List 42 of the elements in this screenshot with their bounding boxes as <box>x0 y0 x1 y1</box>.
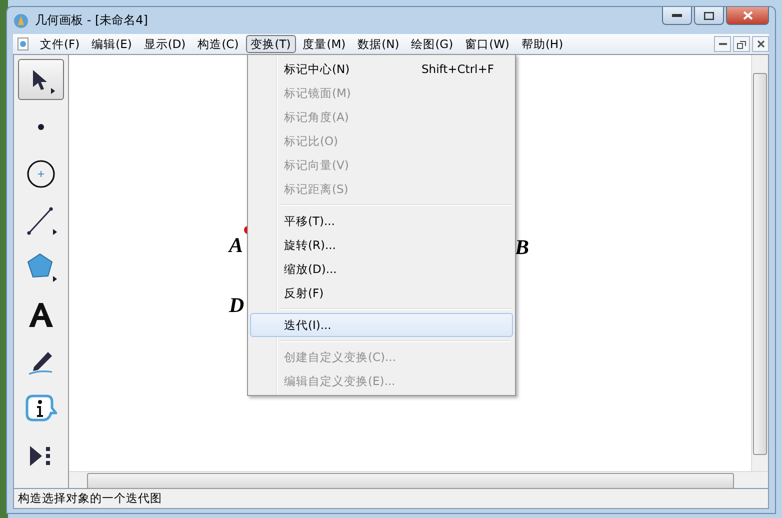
menu-item[interactable]: 标记中心(N) Shift+Ctrl+F <box>250 57 513 81</box>
status-text: 构造选择对象的一个迭代图 <box>18 491 162 506</box>
text-tool-icon <box>27 302 55 328</box>
window-title: 几何画板 - [未命名4] <box>35 12 148 29</box>
menu-item[interactable]: 构造(C) <box>192 35 244 53</box>
menu-item[interactable]: 度量(M) <box>298 35 351 53</box>
menu-item[interactable]: 反射(F) <box>250 281 513 305</box>
close-button[interactable] <box>752 36 769 52</box>
menu-item[interactable]: 缩放(D)... <box>250 257 513 281</box>
menu-item[interactable]: 数据(N) <box>352 35 404 53</box>
info-bubble-icon <box>25 394 57 424</box>
point-label: D <box>229 293 244 318</box>
document-icon[interactable] <box>17 37 29 51</box>
menu-item[interactable]: 绘图(G) <box>406 35 458 53</box>
menu-item[interactable]: 变换(T) <box>246 35 296 53</box>
arrow-tool-button[interactable] <box>18 59 64 100</box>
menu-item[interactable]: 旋转(R)... <box>250 233 513 257</box>
horizontal-scrollbar[interactable] <box>69 471 768 488</box>
minimize-button[interactable] <box>714 36 731 52</box>
maximize-icon <box>704 12 714 20</box>
minimize-icon <box>672 14 682 18</box>
close-icon <box>756 40 764 48</box>
menu-item[interactable]: 显示(D) <box>138 35 191 53</box>
point-icon <box>37 122 45 130</box>
menu-item[interactable]: 帮助(H) <box>516 35 568 53</box>
minimize-button[interactable] <box>662 7 692 25</box>
restore-icon <box>737 40 746 48</box>
app-logo-icon <box>13 12 29 28</box>
close-button[interactable] <box>726 7 769 25</box>
close-icon <box>742 11 752 20</box>
minimize-icon <box>718 43 726 45</box>
point-label: A <box>229 233 244 258</box>
maximize-button[interactable] <box>694 7 724 25</box>
circle-icon <box>26 158 56 188</box>
menu-item[interactable]: 编辑(E) <box>86 35 137 53</box>
menu-item[interactable]: 平移(T)... <box>250 209 513 233</box>
menu-item[interactable]: 文件(F) <box>35 35 85 53</box>
point-label: B <box>515 235 530 260</box>
menu-item[interactable]: 窗口(W) <box>460 35 514 53</box>
vertical-scrollbar[interactable] <box>751 55 768 471</box>
menu-item[interactable]: 迭代(I)... <box>250 313 513 337</box>
restore-button[interactable] <box>733 36 750 52</box>
